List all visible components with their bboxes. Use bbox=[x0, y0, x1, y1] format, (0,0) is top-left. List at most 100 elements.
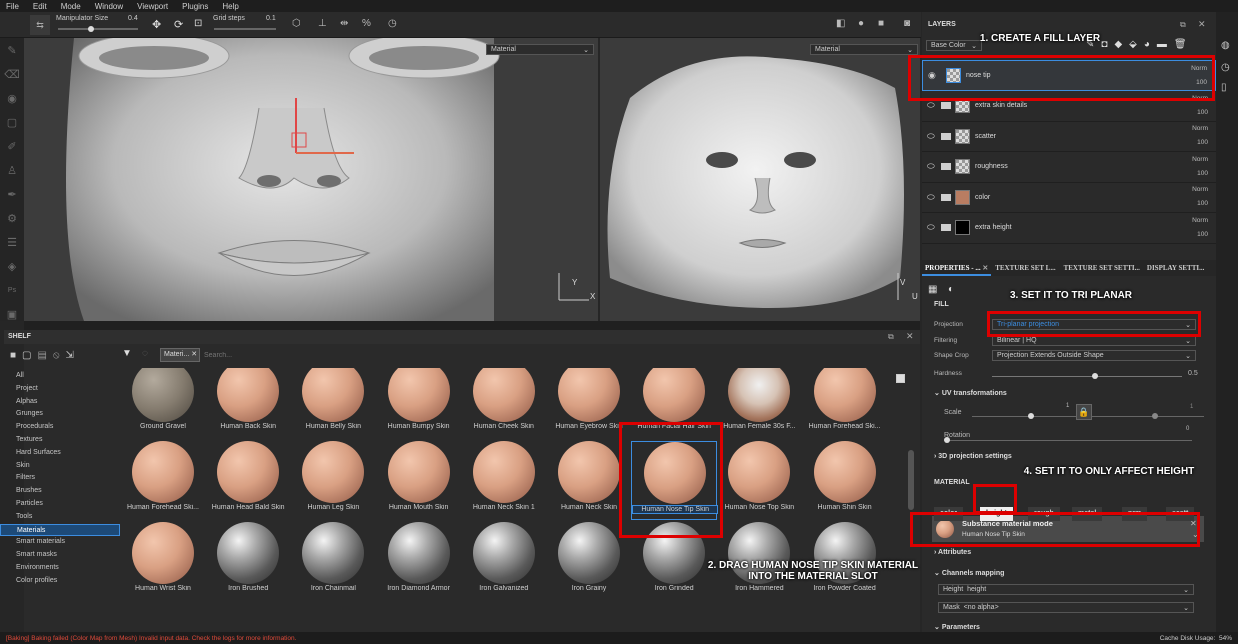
shelf-item[interactable]: Human Leg Skin bbox=[290, 441, 376, 520]
close-icon[interactable]: ✕ bbox=[906, 331, 914, 342]
align-icon[interactable]: ⊥ bbox=[318, 18, 327, 29]
shelf-category-environments[interactable]: Environments bbox=[0, 562, 120, 575]
shelf-item[interactable]: Human Female 30s F... bbox=[716, 368, 802, 439]
shelf-category-smart-masks[interactable]: Smart masks bbox=[0, 549, 120, 562]
symmetry-icon[interactable]: ⇆ bbox=[30, 15, 50, 35]
hide-icon[interactable]: ⦸ bbox=[53, 350, 60, 361]
slider-handle[interactable] bbox=[1092, 373, 1098, 379]
menu-edit[interactable]: Edit bbox=[33, 2, 47, 11]
picker-icon[interactable]: ✒ bbox=[0, 182, 24, 206]
cube-icon[interactable]: ⬡ bbox=[292, 18, 301, 29]
shelf-item[interactable]: Human Mouth Skin bbox=[376, 441, 462, 520]
layer-opacity[interactable]: 100 bbox=[1197, 170, 1208, 177]
menu-window[interactable]: Window bbox=[95, 2, 123, 11]
grid-size-icon[interactable] bbox=[896, 374, 905, 383]
grid-steps-slider[interactable] bbox=[214, 28, 276, 30]
shelf-item[interactable]: Human Neck Skin 1 bbox=[461, 441, 547, 520]
photoshop-icon[interactable]: Ps bbox=[0, 278, 24, 302]
mirror-icon[interactable]: ⇹ bbox=[340, 18, 348, 29]
tab-display-settings[interactable]: DISPLAY SETTI... bbox=[1144, 260, 1207, 276]
projection-icon[interactable]: ◉ bbox=[0, 86, 24, 110]
shelf-item[interactable]: Iron Brushed bbox=[205, 522, 291, 601]
menu-mode[interactable]: Mode bbox=[61, 2, 81, 11]
panel-splitter[interactable] bbox=[24, 321, 920, 330]
tab-texture-set-list[interactable]: TEXTURE SET L... bbox=[991, 260, 1059, 276]
folder-icon[interactable]: ■ bbox=[10, 350, 16, 361]
lock-icon[interactable]: 🔒 bbox=[1076, 404, 1092, 420]
mask-mapping-select[interactable]: Mask <no alpha> ⌄ bbox=[938, 602, 1194, 613]
timer-icon[interactable]: ◷ bbox=[388, 18, 397, 29]
shelf-item[interactable]: Human Bumpy Skin bbox=[376, 368, 462, 439]
shelf-category-textures[interactable]: Textures bbox=[0, 434, 120, 447]
tab-texture-set-settings[interactable]: TEXTURE SET SETTI... bbox=[1060, 260, 1144, 276]
menu-plugins[interactable]: Plugins bbox=[182, 2, 208, 11]
visibility-eye-icon[interactable]: ⬭ bbox=[927, 222, 939, 233]
shelf-category-procedurals[interactable]: Procedurals bbox=[0, 421, 120, 434]
undock-icon[interactable]: ⧉ bbox=[888, 332, 894, 342]
uv-transformations-header[interactable]: ⌄ UV transformations bbox=[934, 389, 1007, 397]
percent-icon[interactable]: % bbox=[362, 18, 371, 29]
rotate-icon[interactable]: ⟳ bbox=[174, 18, 183, 31]
shelf-item[interactable]: Iron Chainmail bbox=[290, 522, 376, 601]
shelf-category-particles[interactable]: Particles bbox=[0, 498, 120, 511]
layer-row[interactable]: ⬭ roughness Norm 100 bbox=[922, 152, 1216, 183]
add-paint-layer-icon[interactable]: ⬙ bbox=[1129, 39, 1137, 50]
undock-icon[interactable]: ⧉ bbox=[1180, 20, 1186, 30]
menu-file[interactable]: File bbox=[6, 2, 19, 11]
scale-icon[interactable]: ⊡ bbox=[194, 18, 202, 29]
shelf-category-color-profiles[interactable]: Color profiles bbox=[0, 575, 120, 588]
layer-opacity[interactable]: 100 bbox=[1197, 231, 1208, 238]
visibility-eye-icon[interactable]: ⬭ bbox=[927, 131, 939, 142]
export-icon[interactable]: ⇲ bbox=[65, 350, 73, 361]
shelf-category-all[interactable]: All bbox=[0, 370, 120, 383]
layer-row[interactable]: ⬭ color Norm 100 bbox=[922, 182, 1216, 213]
shelf-category-alphas[interactable]: Alphas bbox=[0, 396, 120, 409]
parameters-header[interactable]: ⌄ Parameters bbox=[934, 623, 980, 631]
fill-properties-icon[interactable]: ▦ bbox=[928, 284, 937, 295]
shelf-item[interactable]: Human Cheek Skin bbox=[461, 368, 547, 439]
slider-handle[interactable] bbox=[944, 437, 950, 443]
shelf-item[interactable]: Human Head Bald Skin bbox=[205, 441, 291, 520]
delete-icon[interactable]: 🗑 bbox=[1174, 39, 1187, 50]
layer-opacity[interactable]: 100 bbox=[1197, 200, 1208, 207]
channels-mapping-header[interactable]: ⌄ Channels mapping bbox=[934, 569, 1004, 577]
shelf-item[interactable]: Human Forehead Ski... bbox=[120, 441, 206, 520]
folder-icon[interactable]: ▬ bbox=[1157, 39, 1167, 50]
globe-icon[interactable]: ◍ bbox=[1221, 40, 1230, 51]
settings-icon[interactable]: ⚙ bbox=[0, 206, 24, 230]
shelf-item[interactable]: Human Nose Top Skin bbox=[716, 441, 802, 520]
shelf-category-tools[interactable]: Tools bbox=[0, 511, 120, 524]
new-folder-icon[interactable]: ▢ bbox=[22, 350, 31, 361]
shelf-category-project[interactable]: Project bbox=[0, 383, 120, 396]
layer-row[interactable]: ⬭ extra height Norm 100 bbox=[922, 213, 1216, 244]
close-icon[interactable]: ✕ bbox=[1198, 19, 1206, 30]
viewport-2d-mode-select[interactable]: Material ⌄ bbox=[810, 44, 918, 55]
slider-handle[interactable] bbox=[88, 26, 94, 32]
visibility-eye-icon[interactable]: ⬭ bbox=[927, 100, 939, 111]
move-icon[interactable]: ✥ bbox=[152, 18, 161, 31]
eraser-icon[interactable]: ⌫ bbox=[0, 62, 24, 86]
viewport-3d[interactable]: Material ⌄ Y X bbox=[24, 38, 598, 321]
shelf-search-input[interactable] bbox=[204, 348, 894, 362]
viewport-2d[interactable]: Material ⌄ V U bbox=[600, 38, 920, 321]
viewport-mode-select[interactable]: Material ⌄ bbox=[486, 44, 594, 55]
shelf-item[interactable]: Human Wrist Skin bbox=[120, 522, 206, 601]
clear-filter-icon[interactable]: ◌ bbox=[142, 348, 148, 359]
slider-handle[interactable] bbox=[1152, 413, 1158, 419]
shelf-item[interactable]: Human Forehead Ski... bbox=[802, 368, 888, 439]
hardness-slider[interactable] bbox=[992, 368, 1182, 379]
visibility-eye-icon[interactable]: ⬭ bbox=[927, 192, 939, 203]
log-icon[interactable]: ▯ bbox=[1221, 82, 1227, 93]
height-mapping-select[interactable]: Height height ⌄ bbox=[938, 584, 1194, 595]
export-icon[interactable]: ▣ bbox=[0, 302, 24, 326]
shelf-category-brushes[interactable]: Brushes bbox=[0, 485, 120, 498]
material-icon[interactable]: ◐ bbox=[948, 284, 954, 295]
smudge-icon[interactable]: ✐ bbox=[0, 134, 24, 158]
shelf-item[interactable]: Human Shin Skin bbox=[802, 441, 888, 520]
filter-chip[interactable]: Materi... ✕ bbox=[160, 348, 200, 362]
shelf-item[interactable]: Ground Gravel bbox=[120, 368, 206, 439]
slider-handle[interactable] bbox=[1028, 413, 1034, 419]
bake-icon[interactable]: ◈ bbox=[0, 254, 24, 278]
layer-blend-mode[interactable]: Norm bbox=[1192, 125, 1208, 132]
attributes-header[interactable]: › Attributes bbox=[934, 549, 971, 556]
